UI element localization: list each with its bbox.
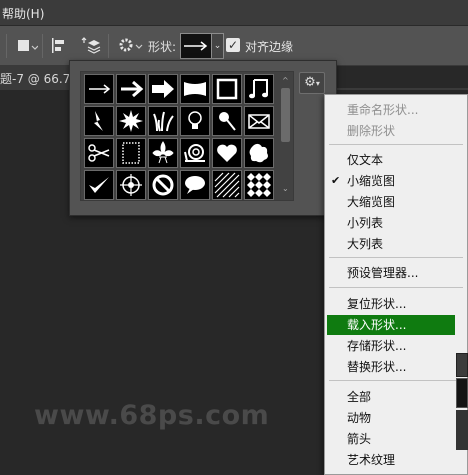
path-arrangement-button[interactable] [80, 36, 104, 56]
scroll-up-icon[interactable]: ^ [282, 76, 289, 85]
menu-item-animals[interactable]: 动物 [325, 408, 467, 428]
shape-checkmark[interactable] [84, 170, 114, 200]
shape-picker-menu-button[interactable]: ⚙▾ [299, 72, 325, 94]
menu-item-delete-shape: 删除形状 [347, 124, 396, 138]
shape-arrow-thin[interactable] [84, 74, 114, 104]
menu-item-arrows[interactable]: 箭头 [325, 429, 467, 449]
menu-help[interactable]: 帮助(H) [2, 5, 44, 22]
menu-item-replace-shapes[interactable]: 替换形状... [325, 357, 467, 377]
menu-item-large-list[interactable]: 大列表 [325, 234, 467, 254]
menu-item-text-only[interactable]: 仅文本 [325, 150, 467, 170]
shape-speech-bubble[interactable] [180, 170, 210, 200]
divider [42, 34, 43, 58]
shape-pushpin[interactable] [212, 106, 242, 136]
menu-separator [329, 380, 463, 381]
shape-diagonal-grid[interactable] [212, 170, 242, 200]
shape-dropdown-button[interactable]: ⌄ [212, 33, 224, 59]
menu-item-small-list[interactable]: 小列表 [325, 213, 467, 233]
menu-separator [329, 287, 463, 288]
shape-lightning[interactable] [84, 106, 114, 136]
shape-picker-flyout-menu: 重命名形状... 删除形状 仅文本 ✔ 小缩览图 大缩览图 小列表 大列表 预设管… [324, 94, 468, 475]
shape-scissors[interactable] [84, 138, 114, 168]
align-edges-checkbox[interactable]: ✓ [226, 38, 240, 52]
shape-arrow-bold[interactable] [148, 74, 178, 104]
shape-frame-rough[interactable] [212, 74, 242, 104]
checkmark-icon: ✔ [331, 174, 341, 187]
chevron-down-icon: ▾ [315, 79, 320, 88]
shape-label: 形状: [148, 40, 177, 54]
shape-music-notes[interactable] [244, 74, 274, 104]
side-panel-fragment [456, 353, 468, 377]
shape-checkerboard[interactable] [244, 170, 274, 200]
gear-icon [119, 38, 143, 52]
menu-item-load-shapes[interactable]: 载入形状... [327, 315, 455, 335]
menu-item-rename-shape: 重命名形状... [347, 103, 419, 117]
shape-grass[interactable] [148, 106, 178, 136]
menu-item-artistic-textures[interactable]: 艺术纹理 [325, 450, 467, 470]
shape-lightbulb[interactable] [180, 106, 210, 136]
menu-item-all[interactable]: 全部 [325, 387, 467, 407]
arrange-layers-icon [81, 37, 101, 54]
divider [108, 34, 109, 58]
scrollbar-thumb[interactable] [281, 88, 290, 142]
menu-item-reset-shapes[interactable]: 复位形状... [325, 294, 467, 314]
shape-picker-panel: ^ ⌄ ⚙▾ [69, 60, 337, 216]
fill-type-button[interactable] [16, 36, 39, 56]
path-alignment-button[interactable] [50, 36, 72, 56]
shape-target[interactable] [116, 170, 146, 200]
shape-fleur-de-lis[interactable] [148, 138, 178, 168]
shape-preset-field[interactable] [180, 33, 212, 59]
shape-no-symbol[interactable] [148, 170, 178, 200]
shape-grid-scrollbar[interactable]: ^ ⌄ [279, 72, 293, 200]
align-edges-label: 对齐边缘 [245, 40, 294, 54]
chevron-down-icon: ⌄ [213, 41, 222, 51]
shape-banner[interactable] [180, 74, 210, 104]
shape-grid-container: ^ ⌄ [80, 71, 294, 201]
shape-snail[interactable] [180, 138, 210, 168]
menu-item-small-thumbnail-label: 小缩览图 [347, 174, 396, 188]
shape-heart[interactable] [212, 138, 242, 168]
menu-item-large-thumbnail[interactable]: 大缩览图 [325, 192, 467, 212]
side-panel-fragment [456, 378, 468, 408]
menu-item-save-shapes[interactable]: 存储形状... [325, 336, 467, 356]
shape-stamp-frame[interactable] [116, 138, 146, 168]
settings-button[interactable] [118, 36, 144, 56]
document-tab[interactable]: 题-7 @ 66.7% [0, 66, 82, 88]
arrow-icon [184, 41, 208, 51]
menu-separator [329, 144, 463, 145]
watermark: www.68ps.com [34, 400, 270, 431]
menu-separator [329, 257, 463, 258]
shape-starburst[interactable] [116, 106, 146, 136]
shape-arrow-medium[interactable] [116, 74, 146, 104]
shape-envelope[interactable] [244, 106, 274, 136]
align-left-icon [52, 38, 64, 53]
side-panel-fragment [456, 410, 468, 450]
gear-icon: ⚙ [304, 75, 316, 90]
menu-bar: 帮助(H) [0, 0, 468, 26]
shape-ink-blot[interactable] [244, 138, 274, 168]
menu-item-preset-manager[interactable]: 预设管理器... [325, 263, 467, 283]
divider [6, 34, 7, 58]
menu-item-small-thumbnail[interactable]: ✔ 小缩览图 [325, 171, 467, 191]
square-icon [18, 40, 39, 51]
scroll-down-icon[interactable]: ⌄ [282, 184, 289, 193]
